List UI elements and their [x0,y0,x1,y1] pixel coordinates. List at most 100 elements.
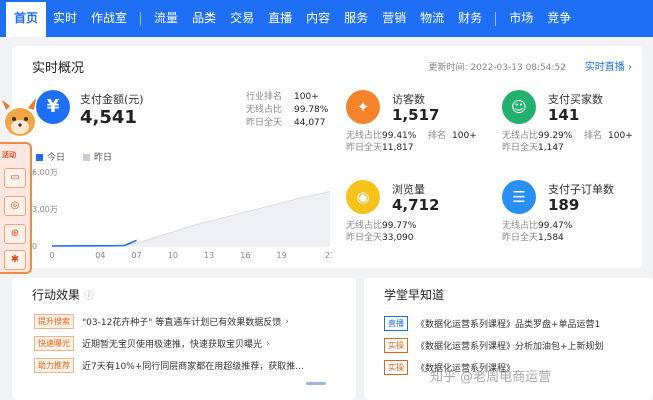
metric-value: 189 [548,196,580,214]
metric-stat-key: 昨日全天 [502,233,539,243]
gift-icon[interactable]: ▭ [4,168,26,188]
chevron-right-icon: › [285,316,289,327]
metric-label: 支付买家数 [548,93,603,106]
nav-item-finance[interactable]: 财务 [451,0,489,37]
metric-rank-key: 排名 [584,131,603,141]
metric-stat-key: 无线占比 [346,131,383,141]
metric-pageviews: ◉ 浏览量 4,712 无线占比99.77% 昨日全天33,090 [346,180,526,243]
update-time: 更新时间: 2022-03-13 08:54:52 [428,63,566,73]
metric-stat-value: 1,584 [538,233,564,243]
payment-trend-chart: 0 3.00万 6.00万 0 04 07 10 13 16 19 23 [32,168,332,260]
metric-stat-value: 1,147 [538,143,564,153]
study-row[interactable]: 实操 《数据化运营系列课程》分析加油包+上新规划 [384,338,604,353]
action-row[interactable]: 提升搜索 "03-12花卉种子" 等直通车计划已有效果数据反馈 › [34,314,289,329]
action-effect-card: 行动效果 ⓘ 提升搜索 "03-12花卉种子" 等直通车计划已有效果数据反馈 › 快… [12,278,356,400]
metric-sub-stats: 无线占比99.47% 昨日全天1,584 [502,220,584,244]
metric-stat-key: 无线占比 [502,131,539,141]
metric-stat-value: 11,817 [382,143,414,153]
metric-value: 1,517 [392,106,440,124]
nav-item-home[interactable]: 首页 [6,0,47,37]
stat-value: 100+ [294,92,319,102]
footprint-icon: ✦ [346,90,380,124]
action-text: 近期暂无宝贝使用极速推，快速获取宝贝曝光 [82,340,263,350]
chevron-right-icon: › [628,62,632,73]
metric-stat-key: 无线占比 [346,221,383,231]
top-nav: 首页 实时 作战室 流量 品类 交易 直播 内容 服务 营销 物流 财务 市场 … [0,0,653,37]
order-icon: ☰ [502,180,536,214]
metric-stat-value: 99.29% [538,131,573,141]
x-tick-label: 16 [240,251,250,260]
metric-value: 4,712 [392,196,440,214]
action-text: "03-12花卉种子" 等直通车计划已有效果数据反馈 [82,318,282,328]
action-badge: 快速曝光 [34,336,74,351]
action-badge: 助力推荐 [34,358,74,373]
study-badge: 实操 [384,338,408,353]
metric-stat-key: 昨日全天 [346,233,383,243]
carousel-indicator[interactable] [306,382,326,385]
nav-item-competition[interactable]: 竞争 [540,0,578,37]
metric-stat-key: 无线占比 [502,221,539,231]
x-tick-label: 23 [325,251,332,260]
mascot-icon[interactable] [0,96,40,142]
nav-item-traffic[interactable]: 流量 [147,0,185,37]
metric-stat-value: 99.77% [382,221,417,231]
user-icon: ☺ [502,90,536,124]
nav-item-market[interactable]: 市场 [502,0,540,37]
eye-icon: ◉ [346,180,380,214]
study-badge: 实操 [384,360,408,375]
nav-item-war-room[interactable]: 作战室 [84,0,134,37]
settings-icon[interactable]: ✱ [4,250,26,270]
yen-icon: ¥ [36,90,70,124]
nav-item-category[interactable]: 品类 [185,0,223,37]
payment-stats: 行业排名 100+ 无线占比 99.78% 昨日全天 44,077 [246,91,328,130]
coupon-icon[interactable]: ◎ [4,196,26,216]
watermark: 知乎 @老周电商运营 [430,370,552,385]
stat-key: 行业排名 [246,92,283,102]
series-line-today [51,239,137,247]
metric-label: 访客数 [392,93,425,106]
legend-swatch [36,154,43,161]
nav-item-service[interactable]: 服务 [337,0,375,37]
study-badge: 直播 [384,316,408,331]
metric-stat-key: 昨日全天 [502,143,539,153]
live-link[interactable]: 实时直播 › [585,58,632,73]
metric-rank-key: 排名 [428,131,447,141]
metric-visitors: ✦ 访客数 1,517 无线占比99.41% 排名 100+ 昨日全天11,817 [346,90,526,153]
metric-value: 141 [548,106,580,124]
x-tick-label: 13 [204,251,214,260]
x-tick-label: 04 [95,251,105,260]
metric-label: 支付子订单数 [548,183,614,196]
metric-sub-stats: 无线占比99.29% 排名 100+ 昨日全天1,147 [502,130,653,154]
metric-sub-stats: 无线占比99.41% 排名 100+ 昨日全天11,817 [346,130,498,154]
legend-yesterday[interactable]: 昨日 [83,150,112,163]
metric-sub-stats: 无线占比99.77% 昨日全天33,090 [346,220,428,244]
payment-label: 支付金额(元) [80,93,144,106]
nav-item-logistics[interactable]: 物流 [413,0,451,37]
side-promo-panel[interactable]: 活动 ▭ ◎ ⊕ ✱ [0,142,32,274]
realtime-overview-card: 实时概况 更新时间: 2022-03-13 08:54:52 实时直播 › ¥ … [12,46,642,268]
y-tick-label: 3.00万 [32,205,58,214]
study-text: 《数据化运营系列课程》分析加油包+上新规划 [416,342,604,352]
study-text: 《数据化运营系列课程》品类罗盘+单品运营1 [416,320,601,330]
legend-today[interactable]: 今日 [36,150,65,163]
live-link-label: 实时直播 [584,62,625,73]
nav-item-content[interactable]: 内容 [299,0,337,37]
chevron-right-icon: › [266,338,270,349]
metric-rank-value: 100+ [452,131,477,141]
action-row[interactable]: 助力推荐 近7天有10%+同行同层商家都在用超级推荐，获取推... [34,358,304,373]
payment-value: 4,541 [80,107,137,128]
metric-stat-key: 昨日全天 [346,143,383,153]
metric-stat-value: 33,090 [382,233,414,243]
metric-sub-orders: ☰ 支付子订单数 189 无线占比99.47% 昨日全天1,584 [502,180,653,243]
stat-key: 昨日全天 [246,118,283,128]
nav-item-live[interactable]: 直播 [261,0,299,37]
help-icon[interactable]: ⓘ [84,291,94,302]
y-tick-label: 6.00万 [32,168,58,177]
action-row[interactable]: 快速曝光 近期暂无宝贝使用极速推，快速获取宝贝曝光 › [34,336,270,351]
x-tick-label: 10 [168,251,178,260]
cart-icon[interactable]: ⊕ [4,224,26,244]
nav-item-realtime[interactable]: 实时 [46,0,84,37]
study-row[interactable]: 直播 《数据化运营系列课程》品类罗盘+单品运营1 [384,316,600,331]
nav-item-marketing[interactable]: 营销 [375,0,413,37]
nav-item-trade[interactable]: 交易 [223,0,261,37]
